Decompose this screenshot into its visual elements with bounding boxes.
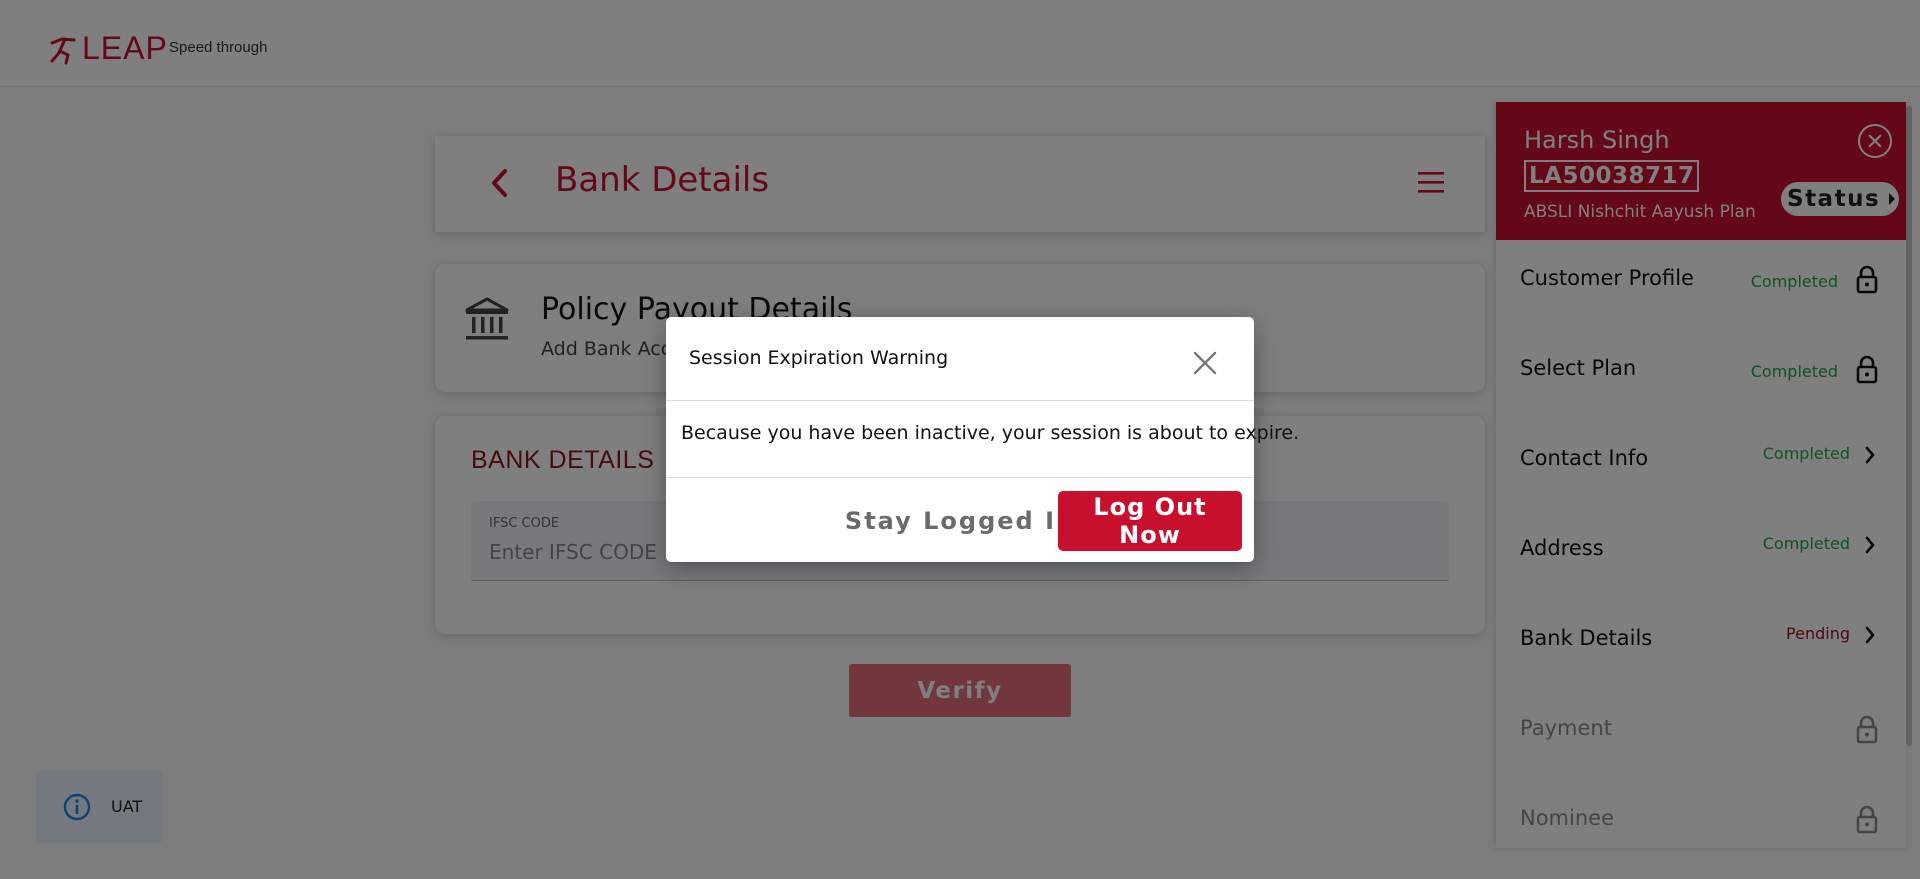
close-icon[interactable] xyxy=(1192,350,1218,376)
dialog-divider xyxy=(666,477,1254,478)
dialog-message: Because you have been inactive, your ses… xyxy=(681,422,1300,444)
stay-logged-in-button[interactable]: Stay Logged In xyxy=(844,492,1076,550)
session-expiration-dialog: Session Expiration Warning Because you h… xyxy=(666,317,1299,562)
dialog-divider xyxy=(666,400,1254,401)
log-out-now-button[interactable]: Log Out Now xyxy=(1058,491,1242,551)
dialog-title: Session Expiration Warning xyxy=(689,347,949,369)
